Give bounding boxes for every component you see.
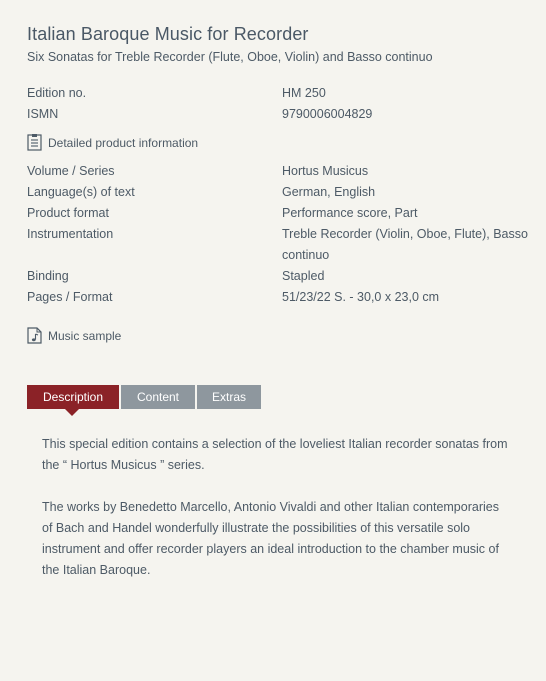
ismn-value: 9790006004829 [282,107,373,121]
tab-bar: Description Content Extras [27,385,263,416]
volume-label: Volume / Series [27,164,115,178]
ismn-label: ISMN [27,107,59,121]
instrumentation-label: Instrumentation [27,227,114,241]
description-panel: This special edition contains a selectio… [42,434,512,602]
document-list-icon [27,134,42,151]
tab-content[interactable]: Content [121,385,195,409]
product-info-link-label: Detailed product information [48,135,199,150]
edition-value: HM 250 [282,86,326,100]
language-label: Language(s) of text [27,185,135,199]
description-paragraph: The works by Benedetto Marcello, Antonio… [42,500,499,577]
music-sample-link[interactable]: Music sample [27,327,121,344]
pages-value: 51/23/22 S. - 30,0 x 23,0 cm [282,290,440,304]
binding-label: Binding [27,269,69,283]
music-note-document-icon [27,327,42,344]
language-value: German, English [282,185,376,199]
description-paragraph: This special edition contains a selectio… [42,437,508,472]
binding-value: Stapled [282,269,325,283]
tab-description[interactable]: Description [27,385,119,416]
edition-label: Edition no. [27,86,87,100]
pages-label: Pages / Format [27,290,113,304]
format-value: Performance score, Part [282,206,418,220]
tab-extras[interactable]: Extras [197,385,261,409]
format-label: Product format [27,206,109,220]
volume-value: Hortus Musicus [282,164,369,178]
instrumentation-value: Treble Recorder (Violin, Oboe, Flute), B… [282,227,528,262]
music-sample-link-label: Music sample [48,328,122,343]
page-title: Italian Baroque Music for Recorder [27,24,309,44]
product-page: Italian Baroque Music for Recorder Six S… [0,0,546,681]
page-subtitle: Six Sonatas for Treble Recorder (Flute, … [27,50,433,64]
product-info-link[interactable]: Detailed product information [27,134,198,151]
